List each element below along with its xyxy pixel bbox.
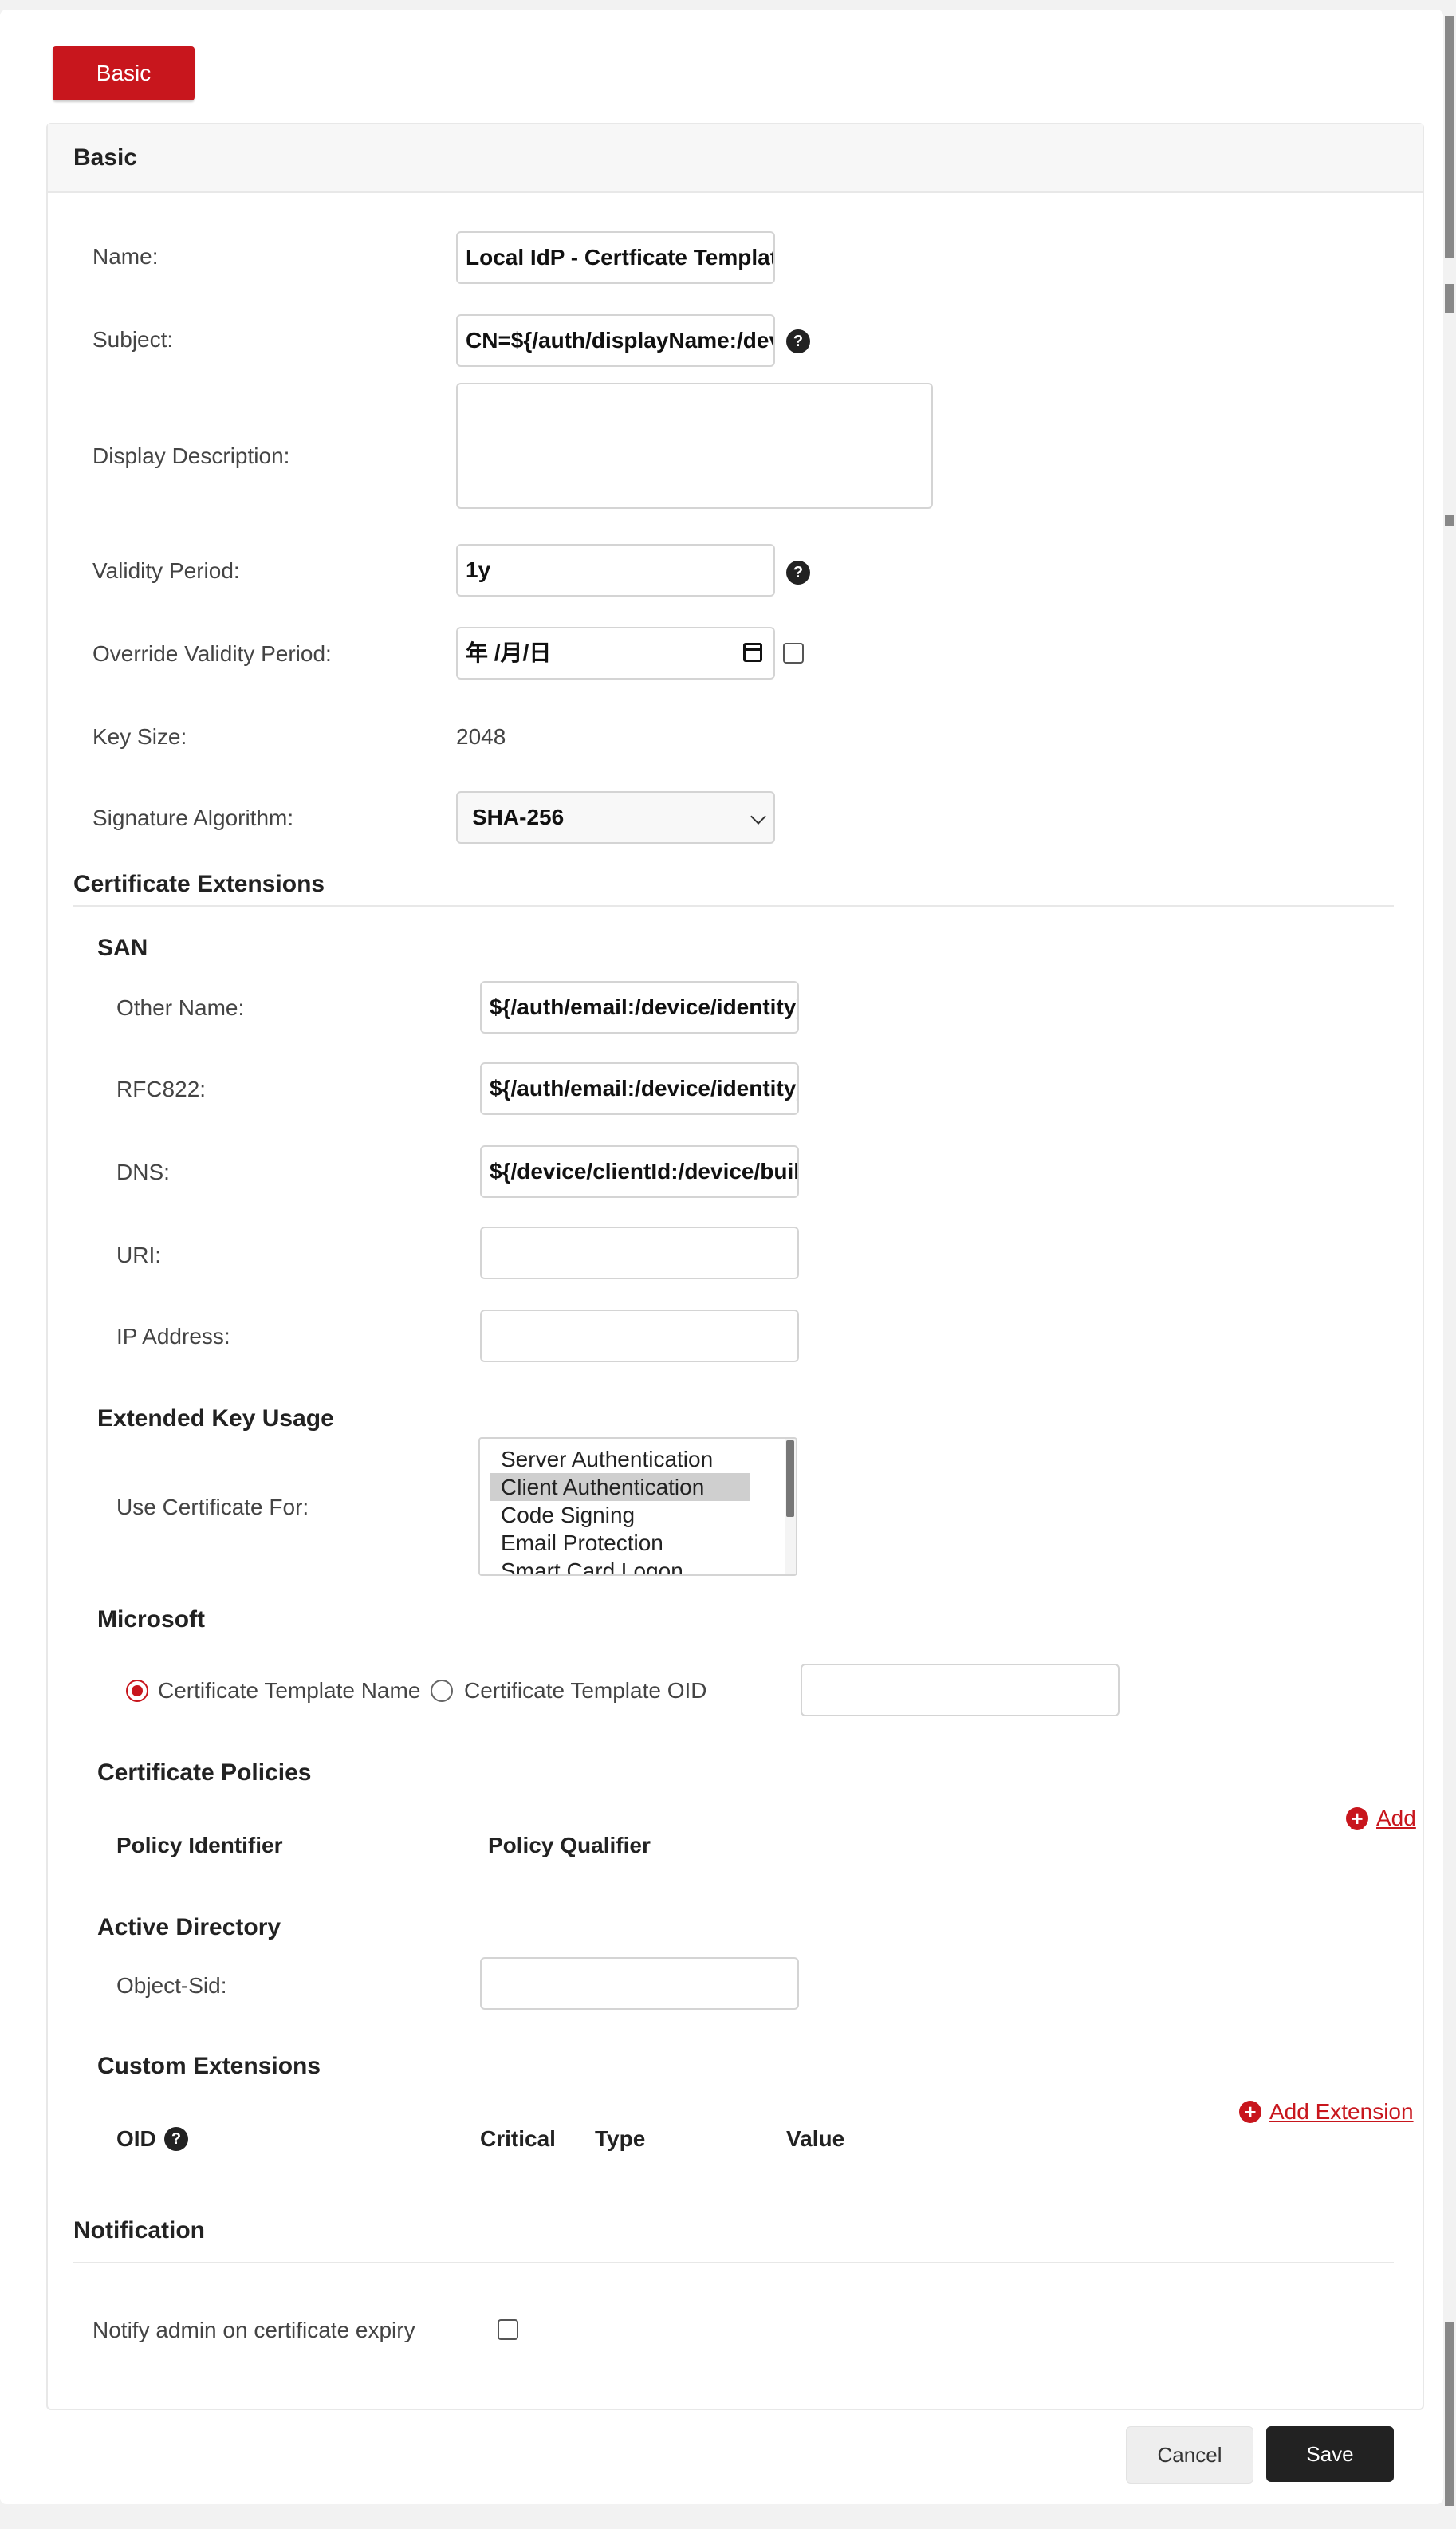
rfc822-input[interactable]: ${/auth/email:/device/identity}: [480, 1062, 799, 1115]
listbox-option[interactable]: Smart Card Logon: [490, 1557, 750, 1574]
scrollbar-marker: [1445, 2322, 1454, 2506]
col-policy-qualifier: Policy Qualifier: [488, 1833, 651, 1857]
listbox-option[interactable]: Server Authentication: [490, 1445, 750, 1473]
add-extension-label: Add Extension: [1269, 2099, 1414, 2124]
divider: [73, 2262, 1394, 2263]
cert-extensions-title: Certificate Extensions: [73, 871, 325, 897]
validity-label: Validity Period:: [92, 558, 240, 583]
description-textarea[interactable]: [456, 383, 933, 509]
use-cert-for-label: Use Certificate For:: [116, 1495, 309, 1519]
tab-basic[interactable]: Basic: [53, 46, 195, 100]
col-oid: OID: [116, 2126, 156, 2151]
key-size-label: Key Size:: [92, 724, 187, 749]
date-placeholder: 年 /月/日: [466, 640, 552, 665]
description-label: Display Description:: [92, 443, 290, 468]
eku-title: Extended Key Usage: [97, 1405, 334, 1432]
chevron-down-icon: [750, 809, 766, 825]
plus-circle-icon: +: [1239, 2101, 1261, 2123]
calendar-icon[interactable]: [743, 643, 762, 662]
san-title: SAN: [97, 935, 148, 961]
divider: [73, 905, 1394, 907]
custom-extensions-title: Custom Extensions: [97, 2053, 321, 2079]
uri-label: URI:: [116, 1243, 161, 1267]
override-validity-date[interactable]: 年 /月/日: [456, 627, 775, 680]
dns-input[interactable]: ${/device/clientId:/device/buildSerial}: [480, 1145, 799, 1198]
uri-input[interactable]: [480, 1227, 799, 1279]
signature-value: SHA-256: [472, 805, 565, 829]
subject-label: Subject:: [92, 327, 174, 352]
template-oid-label: Certificate Template OID: [464, 1678, 707, 1703]
dns-label: DNS:: [116, 1160, 170, 1184]
add-policy-link[interactable]: + Add: [1346, 1806, 1416, 1831]
key-size-value: 2048: [456, 724, 506, 749]
ip-address-label: IP Address:: [116, 1324, 230, 1349]
listbox-scrollbar[interactable]: [785, 1439, 796, 1574]
template-oid-radio[interactable]: [431, 1680, 453, 1702]
template-value-input[interactable]: [801, 1664, 1120, 1716]
signature-label: Signature Algorithm:: [92, 806, 294, 830]
subject-input[interactable]: CN=${/auth/displayName:/device/identity}: [456, 314, 775, 367]
validity-input[interactable]: 1y: [456, 544, 775, 597]
object-sid-input[interactable]: [480, 1957, 799, 2010]
col-value: Value: [786, 2126, 845, 2151]
notification-title: Notification: [73, 2217, 205, 2243]
other-name-label: Other Name:: [116, 995, 245, 1020]
help-icon[interactable]: ?: [164, 2127, 188, 2151]
listbox-scroll-thumb[interactable]: [786, 1440, 794, 1517]
template-name-radio[interactable]: [126, 1680, 148, 1702]
signature-select[interactable]: SHA-256: [456, 791, 775, 844]
cert-policies-title: Certificate Policies: [97, 1759, 312, 1786]
name-input[interactable]: Local IdP - Certficate Template: [456, 231, 775, 284]
col-type: Type: [595, 2126, 646, 2151]
panel-title: Basic: [48, 124, 1423, 193]
other-name-input[interactable]: ${/auth/email:/device/identity}: [480, 981, 799, 1034]
col-critical: Critical: [480, 2126, 556, 2151]
notify-admin-checkbox[interactable]: [498, 2319, 518, 2340]
help-icon[interactable]: ?: [786, 329, 810, 353]
active-directory-title: Active Directory: [97, 1914, 281, 1940]
use-cert-for-listbox[interactable]: Server Authentication Client Authenticat…: [478, 1437, 797, 1576]
add-policy-label: Add: [1376, 1806, 1416, 1830]
override-validity-checkbox[interactable]: [783, 643, 804, 664]
cancel-button[interactable]: Cancel: [1126, 2426, 1253, 2484]
microsoft-title: Microsoft: [97, 1606, 205, 1633]
scrollbar-marker: [1445, 515, 1454, 526]
rfc822-label: RFC822:: [116, 1077, 207, 1101]
name-label: Name:: [92, 244, 159, 269]
object-sid-label: Object-Sid:: [116, 1973, 227, 1998]
add-extension-link[interactable]: + Add Extension: [1239, 2099, 1414, 2125]
scrollbar-marker: [1445, 16, 1454, 258]
scrollbar-marker: [1445, 284, 1454, 313]
ip-address-input[interactable]: [480, 1310, 799, 1362]
listbox-option-selected[interactable]: Client Authentication: [490, 1473, 750, 1501]
plus-circle-icon: +: [1346, 1807, 1368, 1830]
save-button[interactable]: Save: [1266, 2426, 1394, 2482]
col-policy-identifier: Policy Identifier: [116, 1833, 283, 1857]
notify-admin-label: Notify admin on certificate expiry: [92, 2318, 415, 2342]
template-name-label: Certificate Template Name: [158, 1678, 421, 1703]
override-validity-label: Override Validity Period:: [92, 641, 332, 666]
listbox-option[interactable]: Code Signing: [490, 1501, 750, 1529]
listbox-option[interactable]: Email Protection: [490, 1529, 750, 1557]
help-icon[interactable]: ?: [786, 561, 810, 585]
